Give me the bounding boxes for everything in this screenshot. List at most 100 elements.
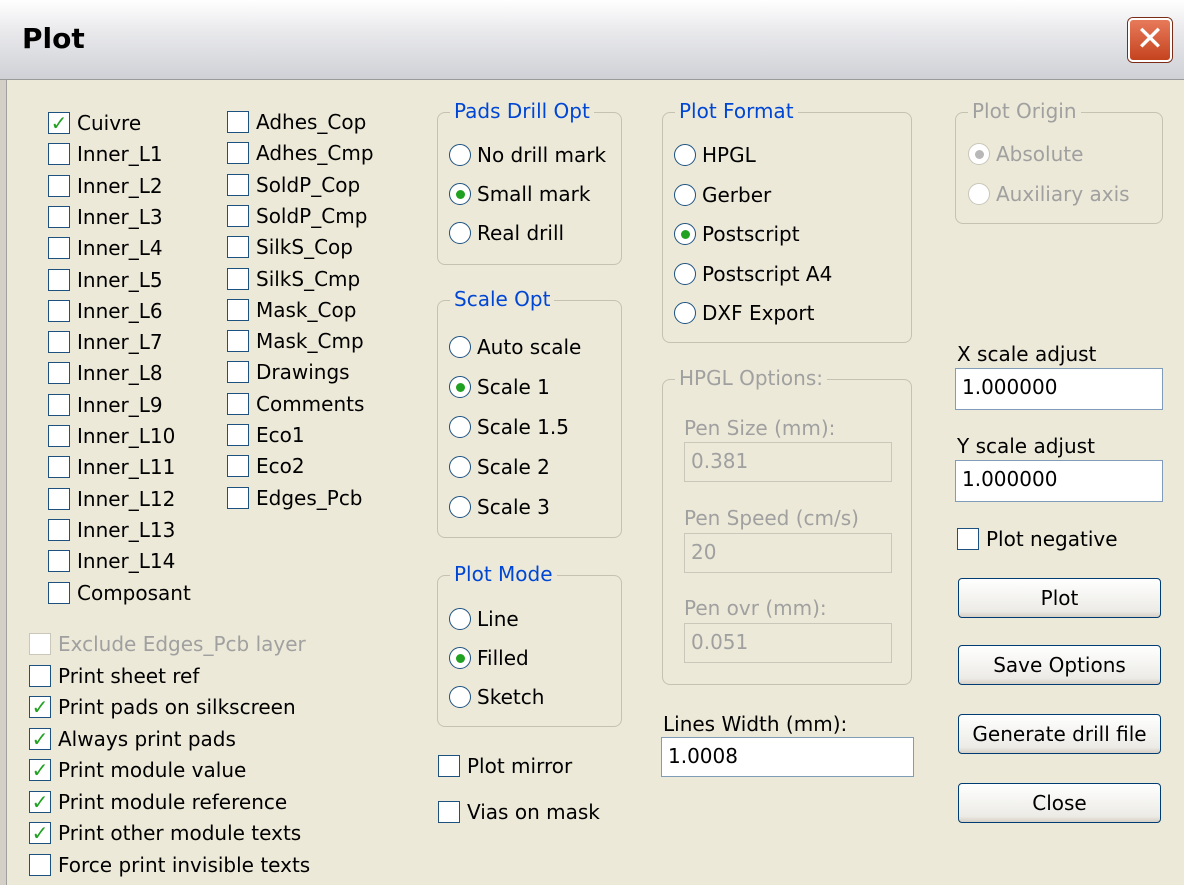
radio-line[interactable]: Line (449, 604, 519, 634)
radio-circle[interactable] (449, 686, 471, 708)
checkbox-box[interactable] (227, 298, 249, 321)
checkbox-print-pads-on-silkscreen[interactable]: ✓ Print pads on silkscreen (29, 692, 296, 722)
radio-circle[interactable] (449, 608, 471, 630)
radio-circle[interactable] (449, 376, 471, 398)
checkbox-force-print-invisible-texts[interactable]: Force print invisible texts (29, 850, 310, 880)
radio-small-mark[interactable]: Small mark (449, 179, 590, 209)
generate-drill-file-button[interactable]: Generate drill file (958, 714, 1161, 754)
radio-circle[interactable] (449, 647, 471, 669)
radio-circle[interactable] (674, 183, 696, 206)
radio-gerber[interactable]: Gerber (674, 180, 771, 210)
checkbox-box[interactable]: ✓ (29, 759, 51, 781)
checkbox-inner-l7[interactable]: Inner_L7 (48, 327, 163, 357)
radio-scale-1-5[interactable]: Scale 1.5 (449, 412, 569, 442)
checkbox-inner-l3[interactable]: Inner_L3 (48, 202, 163, 232)
plot-mirror-box[interactable] (438, 755, 460, 777)
checkbox-inner-l5[interactable]: Inner_L5 (48, 265, 163, 295)
checkbox-always-print-pads[interactable]: ✓ Always print pads (29, 724, 236, 754)
radio-circle[interactable] (674, 262, 696, 285)
radio-circle[interactable] (449, 496, 471, 518)
radio-scale-3[interactable]: Scale 3 (449, 492, 550, 522)
checkbox-box[interactable] (48, 174, 70, 197)
checkbox-box[interactable] (227, 111, 249, 133)
save-options-button[interactable]: Save Options (958, 645, 1161, 685)
checkbox-box[interactable]: ✓ (29, 727, 51, 750)
checkbox-inner-l4[interactable]: Inner_L4 (48, 233, 163, 263)
checkbox-box[interactable] (227, 204, 249, 227)
checkbox-adhes-cop[interactable]: Adhes_Cop (227, 107, 366, 137)
checkbox-eco2[interactable]: Eco2 (227, 451, 305, 481)
checkbox-inner-l12[interactable]: Inner_L12 (48, 484, 175, 514)
checkbox-box[interactable] (48, 518, 70, 541)
radio-sketch[interactable]: Sketch (449, 682, 544, 712)
checkbox-box[interactable] (29, 664, 51, 687)
checkbox-soldp-cmp[interactable]: SoldP_Cmp (227, 201, 367, 231)
checkbox-print-module-value[interactable]: ✓ Print module value (29, 755, 246, 785)
checkbox-box[interactable] (29, 853, 51, 876)
checkbox-box[interactable] (48, 581, 70, 604)
checkbox-box[interactable] (48, 487, 70, 510)
checkbox-inner-l1[interactable]: Inner_L1 (48, 139, 163, 169)
radio-scale-2[interactable]: Scale 2 (449, 452, 550, 482)
checkbox-silks-cop[interactable]: SilkS_Cop (227, 232, 353, 262)
vias-on-mask-box[interactable] (438, 801, 460, 823)
checkbox-comments[interactable]: Comments (227, 389, 364, 419)
checkbox-cuivre[interactable]: ✓ Cuivre (48, 108, 141, 138)
checkbox-inner-l13[interactable]: Inner_L13 (48, 515, 175, 545)
y-scale-field[interactable]: 1.000000 (955, 460, 1163, 502)
checkbox-inner-l10[interactable]: Inner_L10 (48, 421, 175, 451)
checkbox-box[interactable] (227, 361, 249, 384)
close-button[interactable]: Close (958, 783, 1161, 823)
radio-dxf-export[interactable]: DXF Export (674, 298, 814, 328)
checkbox-box[interactable] (227, 267, 249, 290)
checkbox-inner-l8[interactable]: Inner_L8 (48, 358, 163, 388)
checkbox-print-module-reference[interactable]: ✓ Print module reference (29, 787, 287, 817)
radio-hpgl[interactable]: HPGL (674, 140, 756, 170)
radio-circle[interactable] (449, 183, 471, 205)
checkbox-box[interactable] (48, 237, 70, 260)
pen-speed-field[interactable]: 20 (684, 533, 892, 573)
checkbox-adhes-cmp[interactable]: Adhes_Cmp (227, 138, 374, 168)
radio-postscript-a4[interactable]: Postscript A4 (674, 259, 832, 289)
checkbox-silks-cmp[interactable]: SilkS_Cmp (227, 264, 360, 294)
radio-circle[interactable] (449, 222, 471, 244)
checkbox-box[interactable] (227, 424, 249, 446)
checkbox-box[interactable] (227, 330, 249, 353)
radio-circle[interactable] (674, 223, 696, 245)
checkbox-box[interactable] (48, 143, 70, 166)
radio-real-drill[interactable]: Real drill (449, 218, 564, 248)
checkbox-box[interactable] (227, 486, 249, 509)
checkbox-inner-l11[interactable]: Inner_L11 (48, 452, 175, 482)
radio-auto-scale[interactable]: Auto scale (449, 332, 581, 362)
radio-filled[interactable]: Filled (449, 643, 529, 673)
x-scale-field[interactable]: 1.000000 (955, 368, 1163, 410)
checkbox-box[interactable] (48, 456, 70, 479)
radio-circle[interactable] (449, 456, 471, 478)
checkbox-edges-pcb[interactable]: Edges_Pcb (227, 483, 363, 513)
window-close-button[interactable]: ✕ (1128, 18, 1172, 62)
checkbox-print-other-module-texts[interactable]: ✓ Print other module texts (29, 818, 301, 848)
radio-postscript[interactable]: Postscript (674, 219, 800, 249)
checkbox-mask-cmp[interactable]: Mask_Cmp (227, 326, 364, 356)
checkbox-box[interactable] (48, 425, 70, 447)
checkbox-box[interactable]: ✓ (29, 822, 51, 844)
radio-scale-1[interactable]: Scale 1 (449, 372, 550, 402)
checkbox-box[interactable] (48, 393, 70, 416)
checkbox-box[interactable] (48, 299, 70, 322)
checkbox-box[interactable] (227, 142, 249, 165)
checkbox-box[interactable] (227, 392, 249, 415)
vias-on-mask-checkbox[interactable]: Vias on mask (438, 797, 600, 827)
checkbox-mask-cop[interactable]: Mask_Cop (227, 295, 356, 325)
checkbox-composant[interactable]: Composant (48, 578, 191, 608)
checkbox-drawings[interactable]: Drawings (227, 357, 350, 387)
plot-negative-box[interactable] (957, 528, 979, 550)
checkbox-box[interactable]: ✓ (29, 696, 51, 718)
checkbox-box[interactable] (48, 550, 70, 573)
plot-button[interactable]: Plot (958, 578, 1161, 618)
checkbox-box[interactable]: ✓ (29, 790, 51, 813)
radio-circle[interactable] (449, 144, 471, 166)
checkbox-box[interactable] (48, 205, 70, 228)
checkbox-eco1[interactable]: Eco1 (227, 420, 305, 450)
checkbox-box[interactable] (227, 173, 249, 196)
checkbox-inner-l6[interactable]: Inner_L6 (48, 296, 163, 326)
